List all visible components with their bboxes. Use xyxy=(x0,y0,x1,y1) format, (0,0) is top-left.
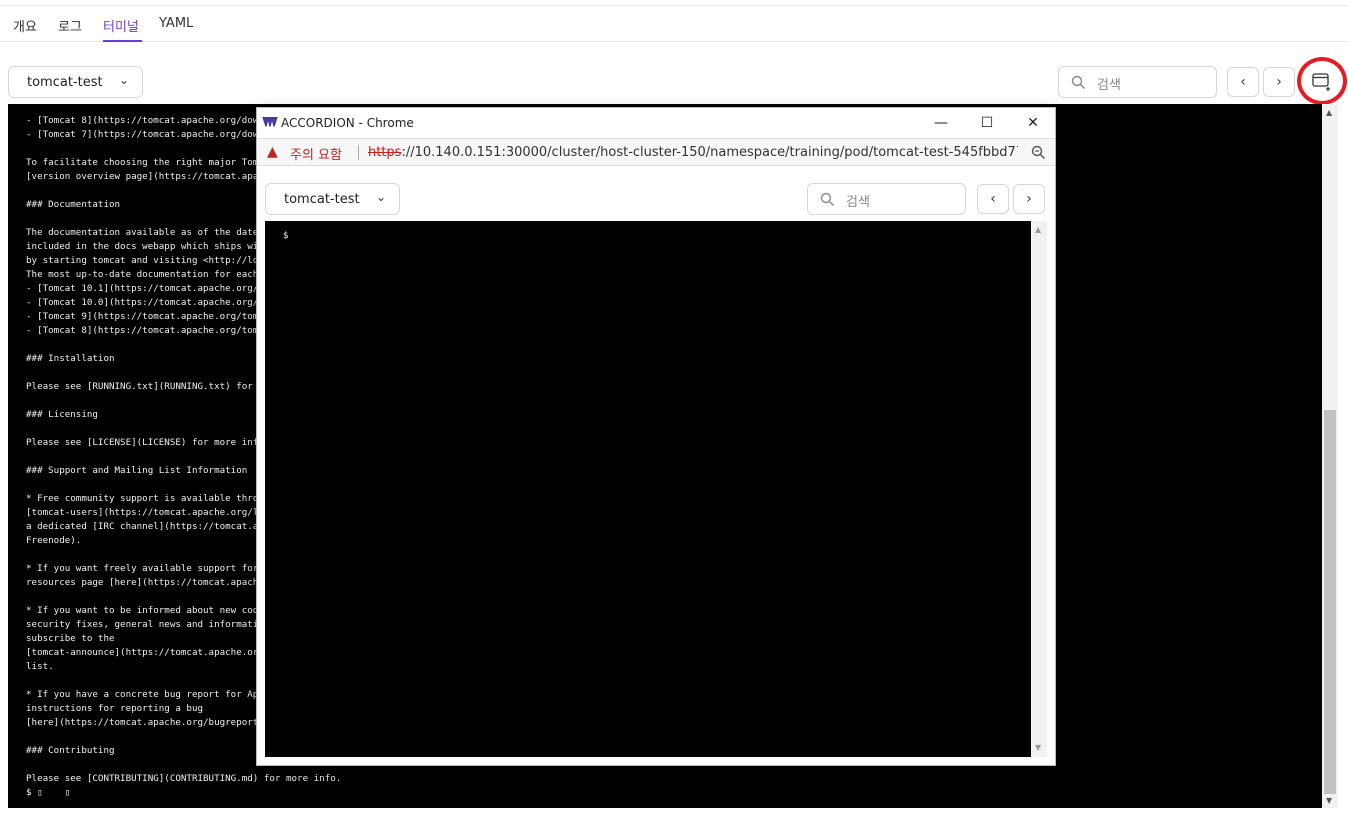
container-select[interactable]: tomcat-test ⌄ xyxy=(8,66,143,98)
popup-terminal-scrollbar[interactable]: ▲ ▼ xyxy=(1031,221,1047,757)
maximize-button[interactable]: ☐ xyxy=(967,111,1007,135)
address-bar[interactable]: ▲ 주의 요함 https://10.140.0.151:30000/clust… xyxy=(257,138,1055,166)
scroll-down-icon[interactable]: ▼ xyxy=(1035,743,1041,752)
container-select-value: tomcat-test xyxy=(27,75,103,90)
url-text[interactable]: https://10.140.0.151:30000/cluster/host-… xyxy=(368,145,1018,160)
scroll-down-icon[interactable]: ▼ xyxy=(1326,796,1332,805)
open-new-window-button[interactable] xyxy=(1297,57,1347,105)
popup-container-select-value: tomcat-test xyxy=(284,192,360,207)
next-match-button[interactable]: › xyxy=(1263,67,1295,97)
popup-titlebar[interactable]: ACCORDION - Chrome — ☐ ✕ xyxy=(257,108,1055,138)
popup-terminal-prompt: $ xyxy=(283,231,289,241)
popup-search-input[interactable]: 검색 xyxy=(846,191,870,210)
warning-icon: ▲ xyxy=(267,144,278,160)
accordion-logo-icon xyxy=(262,116,278,127)
search-icon xyxy=(820,192,834,206)
new-window-icon xyxy=(1312,73,1330,91)
tab-yaml[interactable]: YAML xyxy=(159,16,193,31)
url-scheme: https xyxy=(368,145,402,160)
popup-prev-match-button[interactable]: ‹ xyxy=(977,184,1009,214)
url-path: ://10.140.0.151:30000/cluster/host-clust… xyxy=(401,145,1018,160)
address-separator xyxy=(358,145,359,160)
popup-container-select[interactable]: tomcat-test ⌄ xyxy=(265,183,400,215)
popup-window[interactable]: ACCORDION - Chrome — ☐ ✕ ▲ 주의 요함 https:/… xyxy=(256,107,1056,766)
tab-bar: 개요 로그 터미널 YAML xyxy=(0,6,1348,42)
terminal-scrollbar[interactable]: ▲ ▼ xyxy=(1322,104,1338,808)
popup-next-match-button[interactable]: › xyxy=(1013,184,1045,214)
tab-terminal[interactable]: 터미널 xyxy=(103,16,139,35)
popup-title: ACCORDION - Chrome xyxy=(281,116,414,130)
scrollbar-thumb[interactable] xyxy=(1324,410,1336,794)
tab-logs[interactable]: 로그 xyxy=(58,16,82,35)
active-tab-indicator xyxy=(103,40,142,42)
tab-overview[interactable]: 개요 xyxy=(13,16,37,35)
chevron-down-icon: ⌄ xyxy=(376,190,387,204)
search-box[interactable]: 검색 xyxy=(1058,66,1217,98)
search-icon xyxy=(1071,75,1085,89)
scroll-up-icon[interactable]: ▲ xyxy=(1035,225,1041,234)
minimize-button[interactable]: — xyxy=(921,111,961,135)
chevron-down-icon: ⌄ xyxy=(119,73,130,87)
popup-terminal-panel[interactable]: $ xyxy=(265,221,1031,757)
popup-search-box[interactable]: 검색 xyxy=(807,183,966,215)
scroll-up-icon[interactable]: ▲ xyxy=(1326,108,1332,117)
prev-match-button[interactable]: ‹ xyxy=(1227,67,1259,97)
search-input[interactable]: 검색 xyxy=(1097,74,1121,93)
security-warning-label[interactable]: 주의 요함 xyxy=(290,144,342,163)
zoom-icon[interactable] xyxy=(1031,145,1046,160)
close-button[interactable]: ✕ xyxy=(1013,111,1053,135)
